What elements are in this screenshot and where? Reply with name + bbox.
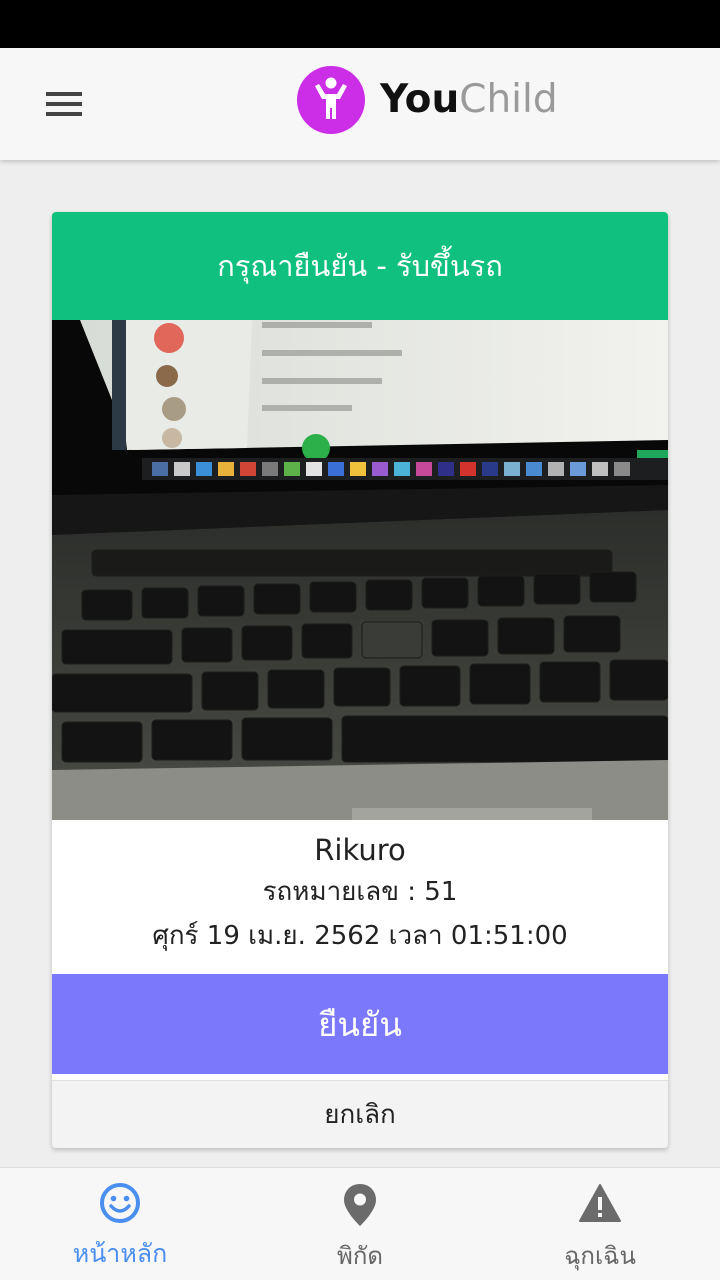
smile-icon: [99, 1182, 141, 1228]
child-logo-icon: [297, 66, 365, 134]
nav-label-location: พิกัด: [337, 1242, 383, 1270]
confirm-button[interactable]: ยืนยัน: [52, 974, 668, 1074]
nav-item-location[interactable]: พิกัด: [240, 1168, 480, 1280]
brand-bold: You: [380, 77, 460, 122]
card-title: กรุณายืนยัน - รับขึ้นรถ: [52, 212, 668, 320]
app-bar: YouChild: [0, 48, 720, 160]
bottom-navigation: หน้าหลัก พิกัด ฉุกเฉิน: [0, 1167, 720, 1280]
confirm-card: กรุณายืนยัน - รับขึ้นรถ Rikuro รถหมายเลข…: [52, 212, 668, 1148]
pickup-photo: [52, 320, 668, 820]
pickup-info: Rikuro รถหมายเลข : 51 ศุกร์ 19 เม.ย. 256…: [52, 820, 668, 974]
location-pin-icon: [340, 1182, 380, 1232]
pickup-datetime: ศุกร์ 19 เม.ย. 2562 เวลา 01:51:00: [152, 921, 568, 951]
cancel-button[interactable]: ยกเลิก: [52, 1080, 668, 1148]
app-logo-text: YouChild: [380, 76, 558, 124]
status-bar: [0, 0, 720, 48]
hamburger-icon: [46, 92, 82, 96]
nav-item-emergency[interactable]: ฉุกเฉิน: [480, 1168, 720, 1280]
nav-item-home[interactable]: หน้าหลัก: [0, 1168, 240, 1280]
brand-light: Child: [459, 77, 558, 122]
menu-button[interactable]: [36, 82, 92, 126]
vehicle-number: รถหมายเลข : 51: [262, 877, 458, 907]
child-name: Rikuro: [314, 833, 406, 867]
nav-label-home: หน้าหลัก: [72, 1239, 168, 1268]
warning-icon: [578, 1182, 622, 1228]
nav-label-emergency: ฉุกเฉิน: [564, 1242, 636, 1270]
